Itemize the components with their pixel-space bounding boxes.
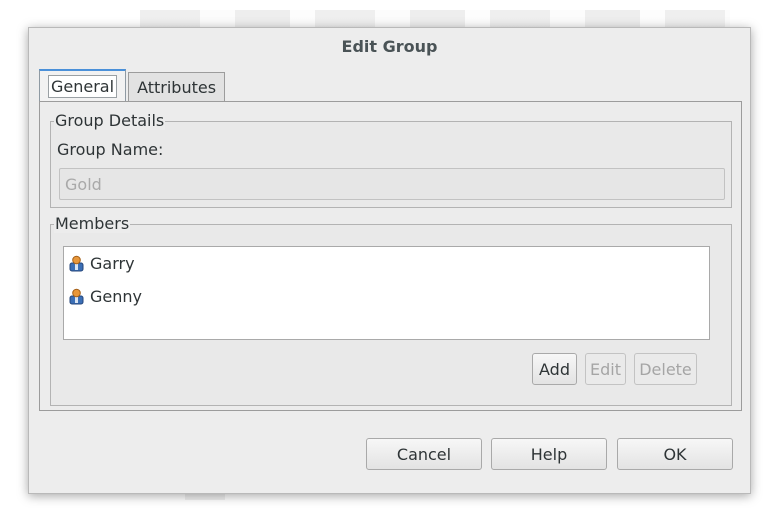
general-tab-panel: Group Details Group Name: Members Garry: [39, 101, 742, 411]
user-icon: [69, 255, 84, 272]
edit-member-button[interactable]: Edit: [585, 353, 626, 385]
user-icon: [69, 288, 84, 305]
add-member-button[interactable]: Add: [532, 353, 577, 385]
member-name: Genny: [90, 287, 142, 306]
dialog-titlebar[interactable]: Edit Group: [29, 28, 750, 64]
members-section: Members Garry Genny Add Edit Delete: [50, 214, 732, 406]
group-name-label: Group Name:: [57, 140, 164, 159]
cancel-button[interactable]: Cancel: [366, 438, 482, 470]
tab-general[interactable]: General: [39, 69, 127, 101]
tab-general-label: General: [48, 74, 118, 98]
group-details-section: Group Details Group Name:: [50, 111, 732, 208]
ok-button[interactable]: OK: [617, 438, 733, 470]
tab-attributes-label: Attributes: [137, 77, 217, 97]
group-name-input[interactable]: [59, 168, 725, 200]
members-list[interactable]: Garry Genny: [63, 246, 710, 340]
delete-member-button[interactable]: Delete: [634, 353, 697, 385]
help-button[interactable]: Help: [491, 438, 607, 470]
group-details-legend: Group Details: [54, 111, 166, 130]
member-name: Garry: [90, 254, 135, 273]
list-item[interactable]: Garry: [64, 247, 709, 280]
members-legend: Members: [54, 214, 131, 233]
dialog-title: Edit Group: [341, 36, 438, 56]
edit-group-dialog: Edit Group General Attributes Group Deta…: [28, 27, 751, 494]
tab-bar: General Attributes: [39, 69, 227, 101]
list-item[interactable]: Genny: [64, 280, 709, 313]
tab-attributes[interactable]: Attributes: [128, 72, 226, 101]
